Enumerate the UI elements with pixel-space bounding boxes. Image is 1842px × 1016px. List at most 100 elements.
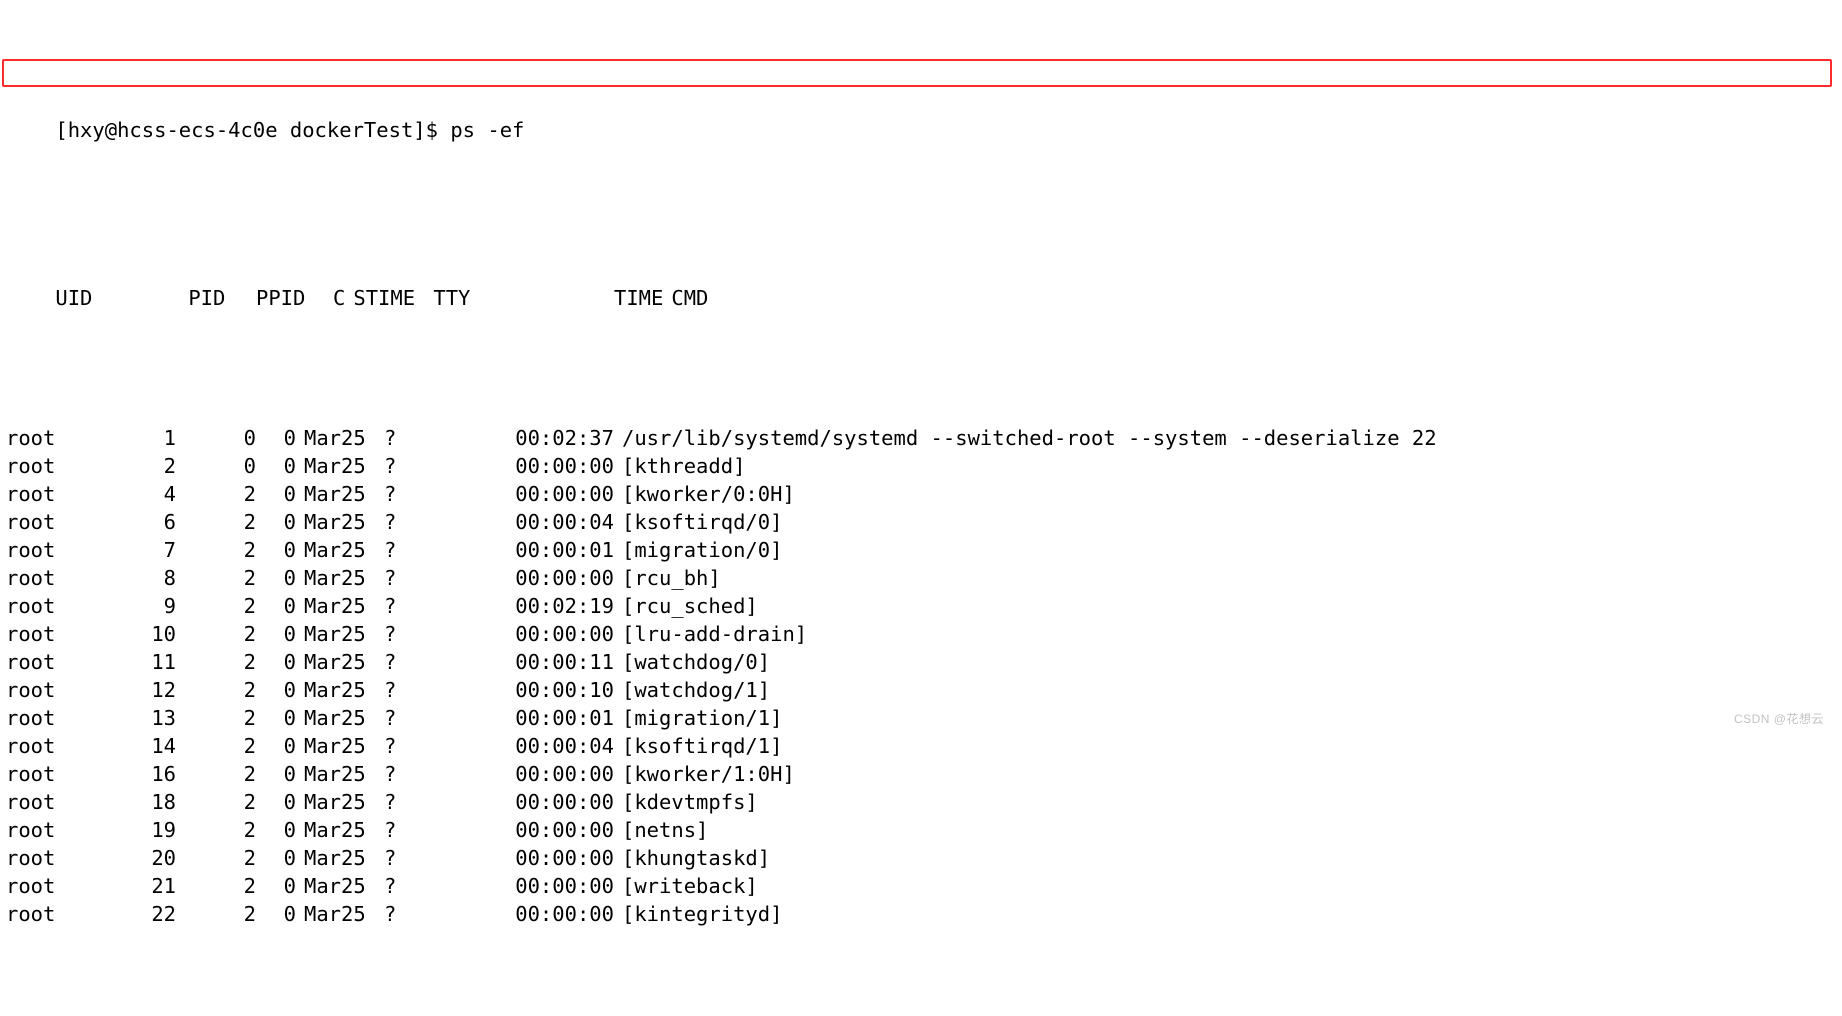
hdr-stime: STIME <box>345 284 427 312</box>
table-row: root1920Mar25?00:00:00[netns] <box>6 816 1836 844</box>
cell-tty: ? <box>378 844 474 872</box>
watermark: CSDN @花想云 <box>1734 705 1824 733</box>
cell-c: 0 <box>256 592 296 620</box>
cell-ppid: 0 <box>176 452 256 480</box>
cell-cmd: [kthreadd] <box>614 452 1422 480</box>
cell-pid: 21 <box>86 872 176 900</box>
table-row: root200Mar25?00:00:00[kthreadd] <box>6 452 1836 480</box>
hdr-ppid: PPID <box>225 284 305 312</box>
cell-stime: Mar25 <box>296 452 378 480</box>
table-row: root820Mar25?00:00:00[rcu_bh] <box>6 564 1836 592</box>
cell-uid: root <box>6 872 86 900</box>
cell-uid: root <box>6 564 86 592</box>
cell-c: 0 <box>256 676 296 704</box>
cell-stime: Mar25 <box>296 704 378 732</box>
cell-c: 0 <box>256 872 296 900</box>
cell-pid: 1 <box>86 424 176 452</box>
table-row: root620Mar25?00:00:04[ksoftirqd/0] <box>6 508 1836 536</box>
cell-stime: Mar25 <box>296 480 378 508</box>
cell-uid: root <box>6 508 86 536</box>
cell-c: 0 <box>256 788 296 816</box>
cell-tty: ? <box>378 424 474 452</box>
cell-time: 00:00:11 <box>474 648 614 676</box>
cell-time: 00:00:00 <box>474 844 614 872</box>
cell-tty: ? <box>378 676 474 704</box>
table-row: root420Mar25?00:00:00[kworker/0:0H] <box>6 480 1836 508</box>
cell-cmd: [watchdog/1] <box>614 676 1422 704</box>
cell-uid: root <box>6 536 86 564</box>
cell-stime: Mar25 <box>296 788 378 816</box>
cell-pid: 14 <box>86 732 176 760</box>
hdr-pid: PID <box>135 284 225 312</box>
cell-stime: Mar25 <box>296 592 378 620</box>
cell-tty: ? <box>378 592 474 620</box>
cell-time: 00:00:00 <box>474 900 614 928</box>
table-row: root100Mar25?00:02:37/usr/lib/systemd/sy… <box>6 424 1836 452</box>
cell-pid: 4 <box>86 480 176 508</box>
hdr-tty: TTY <box>427 284 523 312</box>
cell-pid: 8 <box>86 564 176 592</box>
cell-pid: 7 <box>86 536 176 564</box>
table-row: root1320Mar25?00:00:01[migration/1] <box>6 704 1836 732</box>
cell-cmd: [kworker/1:0H] <box>614 760 1422 788</box>
table-row: root1620Mar25?00:00:00[kworker/1:0H] <box>6 760 1836 788</box>
cell-uid: root <box>6 676 86 704</box>
cell-tty: ? <box>378 564 474 592</box>
cell-pid: 6 <box>86 508 176 536</box>
cell-tty: ? <box>378 704 474 732</box>
cell-time: 00:00:00 <box>474 760 614 788</box>
cell-tty: ? <box>378 508 474 536</box>
cell-stime: Mar25 <box>296 872 378 900</box>
cell-time: 00:00:00 <box>474 564 614 592</box>
terminal-output[interactable]: [hxy@hcss-ecs-4c0e dockerTest]$ ps -ef U… <box>0 0 1842 1016</box>
cell-c: 0 <box>256 816 296 844</box>
cell-time: 00:00:00 <box>474 788 614 816</box>
cell-time: 00:00:00 <box>474 872 614 900</box>
cell-stime: Mar25 <box>296 620 378 648</box>
cell-tty: ? <box>378 452 474 480</box>
cell-stime: Mar25 <box>296 844 378 872</box>
cell-time: 00:00:00 <box>474 816 614 844</box>
cell-cmd: [ksoftirqd/0] <box>614 508 1422 536</box>
cell-uid: root <box>6 620 86 648</box>
cell-tty: ? <box>378 648 474 676</box>
table-row: root2020Mar25?00:00:00[khungtaskd] <box>6 844 1836 872</box>
cell-ppid: 2 <box>176 648 256 676</box>
cell-c: 0 <box>256 844 296 872</box>
hdr-cmd: CMD <box>663 284 1471 312</box>
cell-time: 00:00:00 <box>474 452 614 480</box>
cell-uid: root <box>6 452 86 480</box>
cell-cmd: [netns] <box>614 816 1422 844</box>
table-row: root920Mar25?00:02:19[rcu_sched] <box>6 592 1836 620</box>
cell-uid: root <box>6 760 86 788</box>
cell-tty: ? <box>378 536 474 564</box>
cell-cmd: [kworker/0:0H] <box>614 480 1422 508</box>
cell-tty: ? <box>378 900 474 928</box>
cell-uid: root <box>6 480 86 508</box>
table-row: root1020Mar25?00:00:00[lru-add-drain] <box>6 620 1836 648</box>
cell-ppid: 2 <box>176 536 256 564</box>
cell-tty: ? <box>378 480 474 508</box>
cell-time: 00:00:01 <box>474 536 614 564</box>
cell-cmd: /usr/lib/systemd/systemd --switched-root… <box>614 424 1437 452</box>
cell-uid: root <box>6 648 86 676</box>
cell-pid: 9 <box>86 592 176 620</box>
cell-cmd: [kdevtmpfs] <box>614 788 1422 816</box>
cell-pid: 11 <box>86 648 176 676</box>
cell-time: 00:00:01 <box>474 704 614 732</box>
prompt-text: [hxy@hcss-ecs-4c0e dockerTest]$ ps -ef <box>55 116 524 144</box>
cell-c: 0 <box>256 620 296 648</box>
cell-uid: root <box>6 900 86 928</box>
highlight-annotation <box>2 59 1832 87</box>
cell-ppid: 2 <box>176 620 256 648</box>
cell-ppid: 2 <box>176 480 256 508</box>
cell-c: 0 <box>256 648 296 676</box>
cell-c: 0 <box>256 480 296 508</box>
cell-uid: root <box>6 816 86 844</box>
cell-stime: Mar25 <box>296 508 378 536</box>
cell-time: 00:00:00 <box>474 620 614 648</box>
cell-time: 00:00:04 <box>474 732 614 760</box>
cell-ppid: 2 <box>176 844 256 872</box>
cell-cmd: [rcu_sched] <box>614 592 1422 620</box>
cell-ppid: 2 <box>176 816 256 844</box>
